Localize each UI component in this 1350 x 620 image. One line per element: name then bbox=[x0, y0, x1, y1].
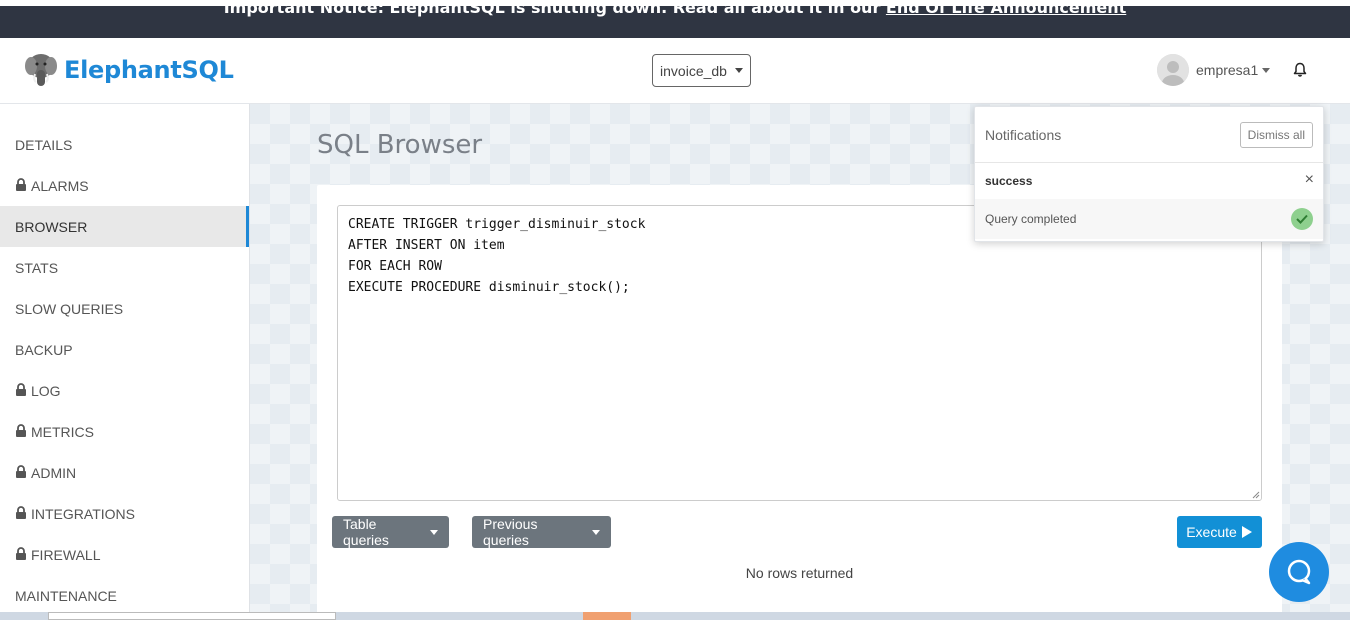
lock-icon bbox=[16, 465, 26, 478]
sidebar-item-label: INTEGRATIONS bbox=[31, 505, 135, 522]
chevron-down-icon bbox=[430, 529, 438, 535]
execute-label: Execute bbox=[1186, 524, 1237, 540]
sidebar: DETAILS ALARMS BROWSER STATS SLOW QUERIE… bbox=[0, 104, 250, 620]
sidebar-item-label: MAINTENANCE bbox=[15, 587, 117, 604]
query-result-text: No rows returned bbox=[745, 565, 854, 581]
brand-name: ElephantSQL bbox=[64, 56, 234, 84]
notifications-title: Notifications bbox=[985, 126, 1062, 143]
page-title: SQL Browser bbox=[317, 130, 483, 160]
user-menu[interactable]: empresa1 bbox=[1157, 54, 1271, 86]
sidebar-item-label: FIREWALL bbox=[31, 546, 101, 563]
sidebar-item-maintenance[interactable]: MAINTENANCE bbox=[0, 575, 249, 616]
sidebar-item-label: BROWSER bbox=[15, 218, 88, 235]
table-queries-button[interactable]: Table queries bbox=[332, 516, 449, 548]
notice-text: Important Notice: ElephantSQL is shuttin… bbox=[223, 6, 886, 17]
brand-logo[interactable]: ElephantSQL bbox=[24, 52, 234, 88]
check-icon bbox=[1291, 208, 1313, 230]
sidebar-item-label: LOG bbox=[31, 382, 61, 399]
sidebar-item-slow-queries[interactable]: SLOW QUERIES bbox=[0, 288, 249, 329]
notice-link[interactable]: End Of Life Announcement bbox=[886, 6, 1126, 17]
play-icon bbox=[1241, 526, 1252, 538]
avatar bbox=[1157, 54, 1189, 86]
database-select-value: invoice_db bbox=[660, 62, 727, 79]
top-header: ElephantSQL invoice_db empresa1 bbox=[0, 38, 1350, 104]
lock-icon bbox=[16, 424, 26, 437]
notification-message-text: Query completed bbox=[985, 212, 1077, 226]
sidebar-item-label: ALARMS bbox=[31, 177, 89, 194]
username: empresa1 bbox=[1196, 62, 1259, 78]
chevron-down-icon bbox=[734, 68, 743, 73]
sidebar-item-details[interactable]: DETAILS bbox=[0, 124, 249, 165]
sidebar-item-label: BACKUP bbox=[15, 341, 73, 358]
sidebar-item-backup[interactable]: BACKUP bbox=[0, 329, 249, 370]
sidebar-item-label: ADMIN bbox=[31, 464, 77, 481]
sidebar-item-admin[interactable]: ADMIN bbox=[0, 452, 249, 493]
sidebar-item-label: DETAILS bbox=[15, 136, 73, 153]
previous-queries-button[interactable]: Previous queries bbox=[472, 516, 611, 548]
notifications-header: Notifications Dismiss all bbox=[975, 107, 1323, 163]
sidebar-item-label: SLOW QUERIES bbox=[15, 300, 124, 317]
query-line: EXECUTE PROCEDURE disminuir_stock(); bbox=[348, 280, 630, 295]
sidebar-item-browser[interactable]: BROWSER bbox=[0, 206, 249, 247]
query-line: FOR EACH ROW bbox=[348, 259, 442, 274]
chat-launcher-button[interactable] bbox=[1269, 542, 1329, 602]
chat-bubble-icon bbox=[1287, 559, 1311, 585]
sidebar-item-log[interactable]: LOG bbox=[0, 370, 249, 411]
user-avatar-icon bbox=[1157, 54, 1189, 86]
notification-type: success bbox=[985, 174, 1033, 188]
bell-icon[interactable] bbox=[1292, 62, 1308, 78]
lock-icon bbox=[16, 383, 26, 396]
notifications-panel: Notifications Dismiss all success × Quer… bbox=[974, 106, 1324, 242]
lock-icon bbox=[16, 506, 26, 519]
close-icon[interactable]: × bbox=[1305, 171, 1314, 189]
database-select[interactable]: invoice_db bbox=[652, 54, 751, 87]
previous-queries-label: Previous queries bbox=[483, 516, 538, 548]
sidebar-item-metrics[interactable]: METRICS bbox=[0, 411, 249, 452]
notification-message: Query completed bbox=[975, 199, 1323, 239]
bottom-strip bbox=[0, 612, 1350, 620]
resize-handle-icon[interactable] bbox=[1250, 489, 1260, 499]
execute-button[interactable]: Execute bbox=[1177, 516, 1262, 548]
chevron-down-icon bbox=[592, 529, 600, 535]
sidebar-item-label: STATS bbox=[15, 259, 59, 276]
notice-banner: Important Notice: ElephantSQL is shuttin… bbox=[0, 6, 1350, 38]
dismiss-all-button[interactable]: Dismiss all bbox=[1239, 121, 1313, 148]
sidebar-item-stats[interactable]: STATS bbox=[0, 247, 249, 288]
sidebar-item-integrations[interactable]: INTEGRATIONS bbox=[0, 493, 249, 534]
sidebar-item-firewall[interactable]: FIREWALL bbox=[0, 534, 249, 575]
sidebar-item-label: METRICS bbox=[31, 423, 94, 440]
table-queries-label: Table queries bbox=[343, 516, 389, 548]
chevron-down-icon bbox=[1262, 67, 1271, 73]
lock-icon bbox=[16, 547, 26, 560]
sidebar-item-alarms[interactable]: ALARMS bbox=[0, 165, 249, 206]
bottom-strip-segment bbox=[48, 612, 336, 620]
lock-icon bbox=[16, 178, 26, 191]
elephant-logo-icon bbox=[25, 54, 57, 86]
sql-query-editor[interactable]: CREATE TRIGGER trigger_disminuir_stock A… bbox=[337, 205, 1262, 501]
bottom-strip-segment bbox=[583, 612, 631, 620]
